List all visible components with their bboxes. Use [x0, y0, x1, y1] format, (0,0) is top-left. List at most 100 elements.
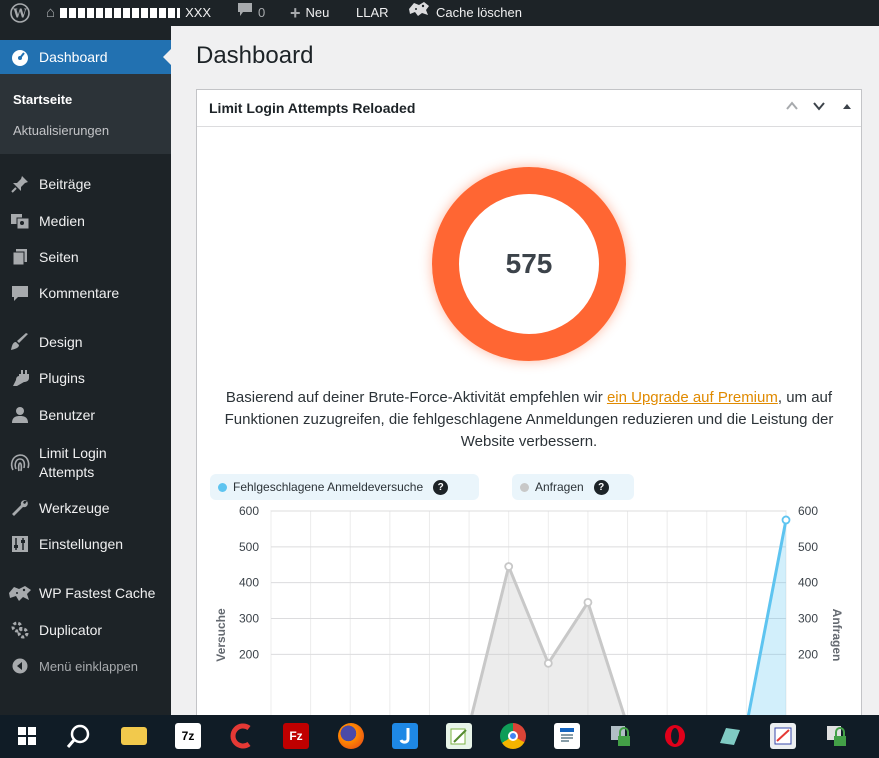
document-icon[interactable]: [554, 723, 580, 749]
menu-seiten-label: Seiten: [39, 248, 79, 265]
menu-beitraege[interactable]: Beiträge: [0, 167, 171, 201]
wrench-icon: [0, 499, 39, 517]
collapse-arrow-icon: [0, 658, 39, 674]
widget-header: Limit Login Attempts Reloaded: [197, 90, 861, 127]
opera-icon[interactable]: [662, 723, 688, 749]
y-tick-label-right: 400: [798, 576, 818, 590]
firefox-icon[interactable]: [338, 723, 364, 749]
menu-dashboard[interactable]: Dashboard: [0, 40, 171, 74]
menu-design[interactable]: Design: [0, 325, 171, 359]
help-icon[interactable]: ?: [433, 479, 449, 495]
new-content-link[interactable]: + Neu: [290, 0, 329, 26]
windows-taskbar: 7z Fz: [0, 715, 879, 758]
home-icon: ⌂: [46, 4, 56, 21]
legend-failed-attempts[interactable]: Fehlgeschlagene Anmeldeversuche ?: [210, 474, 479, 500]
menu-design-label: Design: [39, 333, 83, 350]
menu-medien-label: Medien: [39, 212, 85, 229]
menu-limit-login-attempts-label: Limit Login Attempts: [39, 445, 107, 480]
menu-kommentare-label: Kommentare: [39, 284, 120, 301]
legend-requests-label: Anfragen: [535, 480, 584, 494]
cache-clear-link[interactable]: Cache löschen: [407, 0, 522, 26]
filezilla-icon[interactable]: Fz: [283, 723, 309, 749]
failed-series-dot: [218, 482, 227, 492]
menu-collapse[interactable]: Menü einklappen: [0, 649, 171, 683]
menu-seiten[interactable]: Seiten: [0, 240, 171, 274]
menu-einstellungen[interactable]: Einstellungen: [0, 527, 171, 561]
admin-bar: W ⌂ XXX 0 + Neu LLAR Cache löschen: [0, 0, 879, 26]
menu-beitraege-label: Beiträge: [39, 175, 92, 192]
requests-series-dot: [520, 482, 529, 492]
menu-benutzer[interactable]: Benutzer: [0, 398, 171, 432]
y-tick-label-left: 200: [239, 647, 259, 661]
media-icon: [0, 212, 39, 230]
glass-app-icon[interactable]: [716, 723, 742, 749]
plugin-icon: [0, 369, 39, 387]
notepad-plus-icon[interactable]: [446, 723, 472, 749]
data-point: [543, 658, 553, 668]
menu-werkzeuge-label: Werkzeuge: [39, 499, 110, 516]
legend-failed-label: Fehlgeschlagene Anmeldeversuche: [233, 480, 424, 494]
y-tick-label-left: 400: [239, 576, 259, 590]
dev-app-icon[interactable]: [392, 723, 418, 749]
data-point: [583, 597, 593, 607]
move-down-icon[interactable]: [810, 99, 828, 116]
y-tick-label-right: 500: [798, 540, 818, 554]
toggle-panel-icon[interactable]: [838, 99, 856, 115]
upgrade-premium-link[interactable]: ein Upgrade auf Premium: [607, 389, 778, 406]
llar-link[interactable]: LLAR: [356, 0, 389, 26]
help-icon[interactable]: ?: [593, 479, 609, 495]
menu-medien[interactable]: Medien: [0, 204, 171, 238]
wordpress-logo-icon[interactable]: W: [10, 0, 30, 26]
cheetah-icon: [0, 584, 39, 602]
y-axis-label-left: Versuche: [214, 608, 228, 662]
comment-bubble-icon: [237, 1, 253, 25]
7zip-icon[interactable]: 7z: [175, 723, 201, 749]
lock-app-2-icon[interactable]: [824, 723, 850, 749]
ccleaner-icon[interactable]: [229, 723, 255, 749]
menu-kommentare[interactable]: Kommentare: [0, 276, 171, 310]
y-tick-label-right: 600: [798, 504, 818, 518]
site-name-link[interactable]: ⌂ XXX: [46, 0, 211, 26]
chrome-icon[interactable]: [500, 723, 526, 749]
submenu-startseite[interactable]: Startseite: [13, 92, 72, 107]
failed-attempts-donut: 575: [432, 167, 626, 361]
plus-icon: +: [290, 3, 301, 23]
move-up-icon[interactable]: [783, 99, 801, 116]
llar-dashboard-widget: Limit Login Attempts Reloaded 575 Basier…: [196, 89, 862, 730]
menu-collapse-label: Menü einklappen: [39, 658, 139, 674]
comments-count: 0: [258, 5, 266, 20]
menu-benutzer-label: Benutzer: [39, 406, 96, 423]
donut-value: 575: [505, 248, 553, 279]
submenu-aktualisierungen[interactable]: Aktualisierungen: [13, 123, 109, 138]
duplicator-icon: [0, 620, 39, 640]
new-label: Neu: [305, 5, 330, 20]
menu-werkzeuge[interactable]: Werkzeuge: [0, 491, 171, 525]
cache-clear-label: Cache löschen: [436, 5, 522, 20]
search-icon[interactable]: [66, 723, 92, 749]
menu-plugins[interactable]: Plugins: [0, 361, 171, 395]
windows-start-icon[interactable]: [14, 723, 40, 749]
attempts-chart: 200 200300 300400 400500 500600 600 Versuche …: [214, 504, 844, 730]
data-point: [504, 562, 514, 571]
y-tick-label-left: 300: [239, 612, 259, 626]
menu-limit-login-attempts[interactable]: Limit Login Attempts: [0, 442, 171, 484]
svg-text:W: W: [12, 7, 27, 21]
pin-icon: [0, 175, 39, 193]
editor-icon[interactable]: [770, 723, 796, 749]
comments-link[interactable]: 0: [237, 0, 265, 26]
legend-requests[interactable]: Anfragen ?: [512, 474, 634, 500]
llar-label: LLAR: [356, 5, 389, 20]
user-icon: [0, 406, 39, 424]
y-tick-label-right: 300: [798, 612, 818, 626]
menu-wp-fastest-cache[interactable]: WP Fastest Cache: [0, 576, 171, 610]
menu-wp-fastest-cache-label: WP Fastest Cache: [39, 584, 156, 601]
data-point: [781, 515, 791, 525]
menu-duplicator[interactable]: Duplicator: [0, 613, 171, 647]
y-tick-label-right: 200: [798, 647, 818, 661]
fingerprint-icon: [0, 452, 39, 474]
redacted-site-name: [60, 8, 181, 18]
lock-app-icon[interactable]: [608, 723, 634, 749]
brush-icon: [0, 333, 39, 351]
file-explorer-icon[interactable]: [121, 727, 147, 745]
y-tick-label-left: 500: [239, 540, 259, 554]
